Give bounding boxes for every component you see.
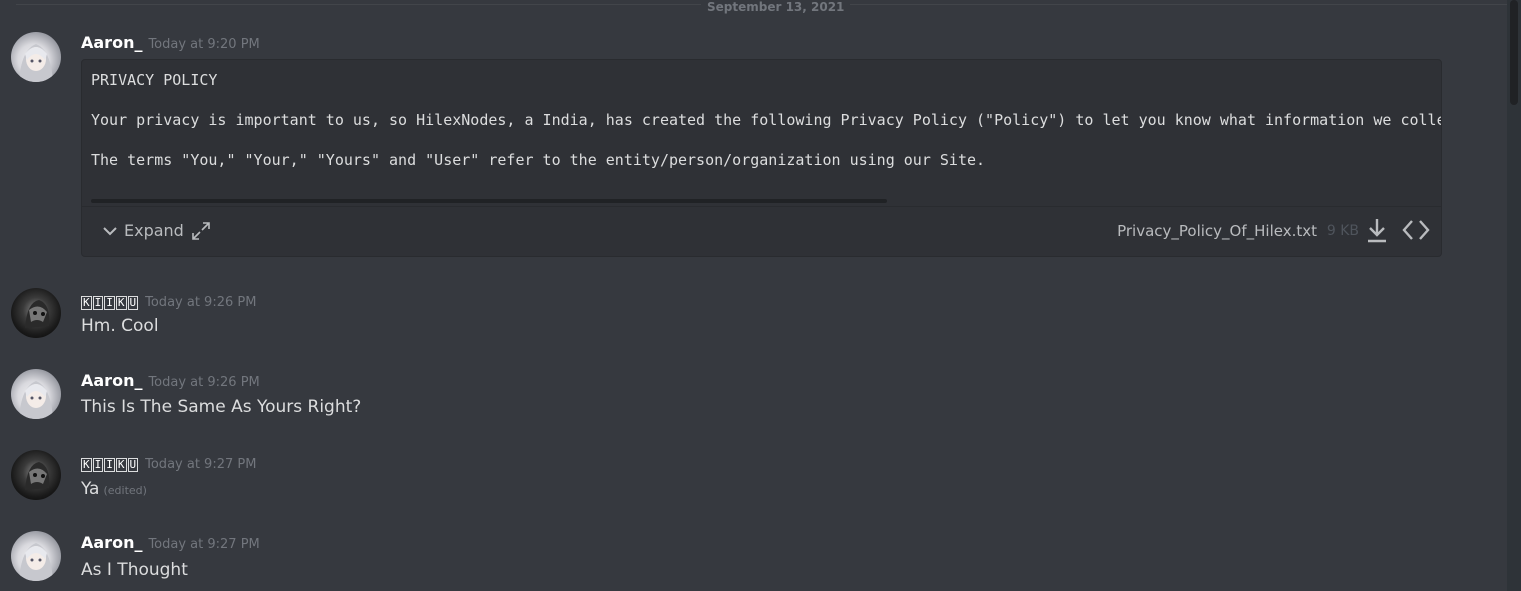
avatar[interactable] (11, 531, 61, 581)
timestamp: Today at 9:20 PM (148, 37, 260, 52)
chevron-down-icon (103, 226, 117, 235)
expand-button[interactable]: Expand (102, 221, 184, 240)
message-text: This Is The Same As Yours Right? (81, 397, 362, 417)
username[interactable]: KIIKU (81, 295, 139, 310)
file-toolbar: Expand Privacy_Policy_Of_Hilex.txt 9 KB (82, 206, 1441, 256)
username[interactable]: Aaron_ (81, 371, 142, 390)
avatar[interactable] (11, 288, 61, 338)
file-line: The terms "You," "Your," "Yours" and "Us… (91, 151, 986, 169)
download-icon[interactable] (1365, 217, 1389, 243)
file-line: Your privacy is important to us, so Hile… (91, 111, 1441, 129)
date-divider: September 13, 2021 (16, 1, 1507, 13)
message-text: Ya (edited) (81, 479, 147, 499)
text-file-attachment: PRIVACY POLICY Your privacy is important… (81, 59, 1442, 257)
file-line: PRIVACY POLICY (91, 71, 218, 89)
edited-tag: (edited) (103, 484, 147, 497)
message-text: As I Thought (81, 560, 188, 580)
timestamp: Today at 9:27 PM (148, 537, 260, 552)
timestamp: Today at 9:26 PM (148, 375, 260, 390)
horizontal-scrollbar[interactable] (91, 199, 887, 203)
date-divider-label: September 13, 2021 (701, 1, 851, 13)
timestamp: Today at 9:27 PM (145, 457, 257, 472)
file-preview: PRIVACY POLICY Your privacy is important… (82, 60, 1441, 206)
avatar[interactable] (11, 450, 61, 500)
avatar[interactable] (11, 32, 61, 82)
username[interactable]: Aaron_ (81, 533, 142, 552)
message-text: Hm. Cool (81, 316, 159, 336)
message-body: Ya (81, 479, 100, 499)
username[interactable]: Aaron_ (81, 33, 142, 52)
username[interactable]: KIIKU (81, 457, 139, 472)
fullscreen-icon[interactable] (191, 221, 211, 241)
code-view-icon[interactable] (1401, 217, 1431, 243)
scrollbar-thumb[interactable] (1510, 0, 1518, 105)
timestamp: Today at 9:26 PM (145, 295, 257, 310)
avatar[interactable] (11, 369, 61, 419)
file-size: 9 KB (1326, 223, 1359, 239)
expand-label: Expand (124, 221, 184, 240)
vertical-scrollbar[interactable] (1507, 0, 1521, 591)
file-name[interactable]: Privacy_Policy_Of_Hilex.txt (1117, 222, 1317, 240)
